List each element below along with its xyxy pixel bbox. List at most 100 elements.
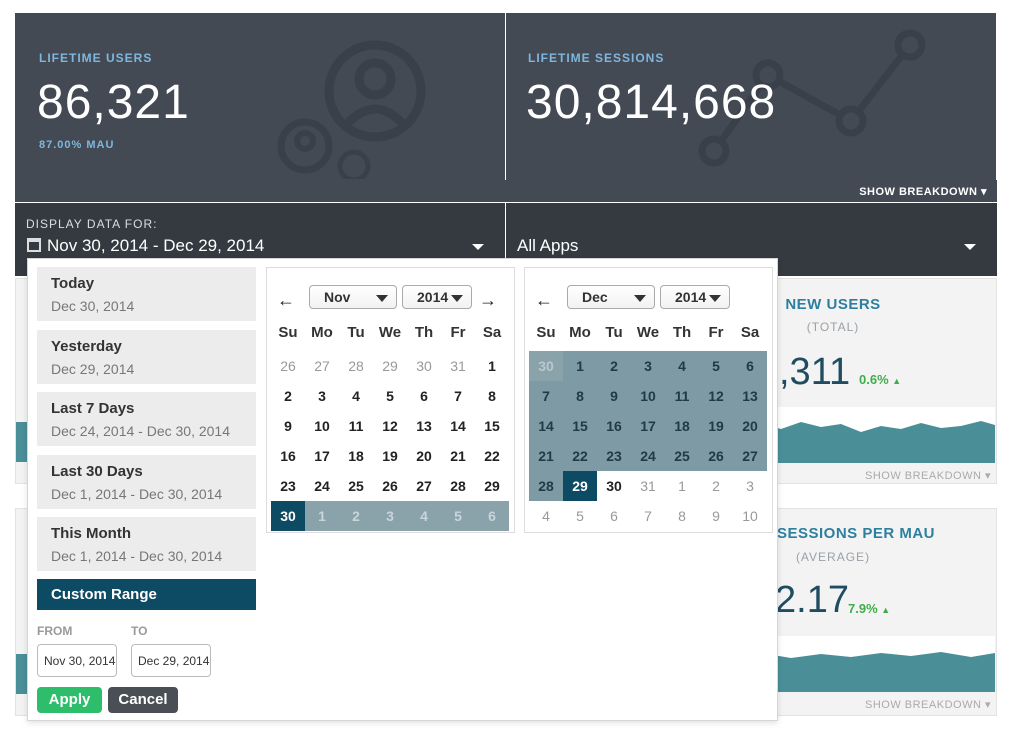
day-cell[interactable]: 6 xyxy=(597,501,631,531)
day-cell[interactable]: 15 xyxy=(563,411,597,441)
day-cell[interactable]: 6 xyxy=(475,501,509,531)
day-cell[interactable]: 23 xyxy=(271,471,305,501)
apply-button[interactable]: Apply xyxy=(37,687,102,713)
to-date-input[interactable]: Dec 29, 2014 xyxy=(131,644,211,677)
day-cell[interactable]: 16 xyxy=(271,441,305,471)
day-cell[interactable]: 11 xyxy=(665,381,699,411)
month-select[interactable]: Nov xyxy=(309,285,397,309)
day-cell[interactable]: 5 xyxy=(563,501,597,531)
day-cell[interactable]: 2 xyxy=(597,351,631,381)
day-cell[interactable]: 13 xyxy=(407,411,441,441)
day-cell[interactable]: 26 xyxy=(373,471,407,501)
day-cell[interactable]: 17 xyxy=(631,411,665,441)
day-cell[interactable]: 29 xyxy=(373,351,407,381)
day-cell[interactable]: 10 xyxy=(305,411,339,441)
day-cell[interactable]: 7 xyxy=(631,501,665,531)
day-cell[interactable]: 3 xyxy=(733,471,767,501)
day-cell[interactable]: 20 xyxy=(407,441,441,471)
day-cell[interactable]: 24 xyxy=(305,471,339,501)
previous-month-arrow-icon[interactable]: ← xyxy=(535,290,553,311)
day-cell[interactable]: 23 xyxy=(597,441,631,471)
day-cell[interactable]: 27 xyxy=(407,471,441,501)
day-cell[interactable]: 7 xyxy=(529,381,563,411)
day-cell[interactable]: 12 xyxy=(373,411,407,441)
day-cell[interactable]: 15 xyxy=(475,411,509,441)
day-cell[interactable]: 4 xyxy=(665,351,699,381)
next-month-arrow-icon[interactable]: → xyxy=(479,290,497,311)
day-cell[interactable]: 14 xyxy=(441,411,475,441)
day-cell[interactable]: 21 xyxy=(529,441,563,471)
year-select[interactable]: 2014 xyxy=(402,285,472,309)
day-cell[interactable]: 2 xyxy=(271,381,305,411)
day-cell[interactable]: 16 xyxy=(597,411,631,441)
day-cell[interactable]: 5 xyxy=(699,351,733,381)
previous-month-arrow-icon[interactable]: ← xyxy=(277,290,295,311)
day-cell[interactable]: 9 xyxy=(699,501,733,531)
year-select[interactable]: 2014 xyxy=(660,285,730,309)
day-cell[interactable]: 25 xyxy=(339,471,373,501)
day-cell[interactable]: 26 xyxy=(271,351,305,381)
day-cell[interactable]: 21 xyxy=(441,441,475,471)
range-last-7-days[interactable]: Last 7 Days Dec 24, 2014 - Dec 30, 2014 xyxy=(37,392,256,446)
day-cell[interactable]: 5 xyxy=(441,501,475,531)
day-cell[interactable]: 14 xyxy=(529,411,563,441)
day-cell[interactable]: 13 xyxy=(733,381,767,411)
day-cell[interactable]: 19 xyxy=(373,441,407,471)
day-cell[interactable]: 1 xyxy=(305,501,339,531)
day-cell-selected[interactable]: 30 xyxy=(271,501,305,531)
range-yesterday[interactable]: Yesterday Dec 29, 2014 xyxy=(37,330,256,384)
day-cell[interactable]: 1 xyxy=(665,471,699,501)
day-cell[interactable]: 2 xyxy=(339,501,373,531)
day-cell[interactable]: 5 xyxy=(373,381,407,411)
show-breakdown-link[interactable]: SHOW BREAKDOWN ▾ xyxy=(865,698,991,711)
day-cell[interactable]: 30 xyxy=(597,471,631,501)
day-cell[interactable]: 17 xyxy=(305,441,339,471)
day-cell[interactable]: 12 xyxy=(699,381,733,411)
day-cell[interactable]: 22 xyxy=(475,441,509,471)
day-cell[interactable]: 7 xyxy=(441,381,475,411)
day-cell[interactable]: 24 xyxy=(631,441,665,471)
range-last-30-days[interactable]: Last 30 Days Dec 1, 2014 - Dec 30, 2014 xyxy=(37,455,256,509)
day-cell[interactable]: 31 xyxy=(441,351,475,381)
day-cell[interactable]: 26 xyxy=(699,441,733,471)
day-cell[interactable]: 10 xyxy=(733,501,767,531)
day-cell[interactable]: 20 xyxy=(733,411,767,441)
day-cell[interactable]: 22 xyxy=(563,441,597,471)
day-cell[interactable]: 30 xyxy=(407,351,441,381)
day-cell[interactable]: 1 xyxy=(475,351,509,381)
day-cell[interactable]: 3 xyxy=(373,501,407,531)
show-breakdown-link[interactable]: SHOW BREAKDOWN ▾ xyxy=(865,469,991,482)
day-cell[interactable]: 29 xyxy=(475,471,509,501)
day-cell[interactable]: 4 xyxy=(529,501,563,531)
day-cell[interactable]: 18 xyxy=(665,411,699,441)
day-cell[interactable]: 8 xyxy=(475,381,509,411)
day-cell[interactable]: 8 xyxy=(563,381,597,411)
day-cell[interactable]: 11 xyxy=(339,411,373,441)
from-date-input[interactable]: Nov 30, 2014 xyxy=(37,644,117,677)
day-cell[interactable]: 28 xyxy=(529,471,563,501)
day-cell[interactable]: 28 xyxy=(441,471,475,501)
range-custom[interactable]: Custom Range xyxy=(37,579,256,610)
day-cell[interactable]: 9 xyxy=(271,411,305,441)
day-cell[interactable]: 18 xyxy=(339,441,373,471)
day-cell[interactable]: 28 xyxy=(339,351,373,381)
day-cell[interactable]: 31 xyxy=(631,471,665,501)
show-breakdown-link[interactable]: SHOW BREAKDOWN ▾ xyxy=(859,185,987,198)
range-this-month[interactable]: This Month Dec 1, 2014 - Dec 30, 2014 xyxy=(37,517,256,571)
day-cell[interactable]: 19 xyxy=(699,411,733,441)
day-cell[interactable]: 8 xyxy=(665,501,699,531)
day-cell[interactable]: 2 xyxy=(699,471,733,501)
cancel-button[interactable]: Cancel xyxy=(108,687,178,713)
day-cell[interactable]: 27 xyxy=(733,441,767,471)
day-cell[interactable]: 10 xyxy=(631,381,665,411)
day-cell[interactable]: 6 xyxy=(407,381,441,411)
day-cell[interactable]: 4 xyxy=(407,501,441,531)
day-cell[interactable]: 4 xyxy=(339,381,373,411)
day-cell-selected[interactable]: 29 xyxy=(563,471,597,501)
month-select[interactable]: Dec xyxy=(567,285,655,309)
range-today[interactable]: Today Dec 30, 2014 xyxy=(37,267,256,321)
day-cell[interactable]: 30 xyxy=(529,351,563,381)
day-cell[interactable]: 25 xyxy=(665,441,699,471)
day-cell[interactable]: 3 xyxy=(305,381,339,411)
day-cell[interactable]: 1 xyxy=(563,351,597,381)
